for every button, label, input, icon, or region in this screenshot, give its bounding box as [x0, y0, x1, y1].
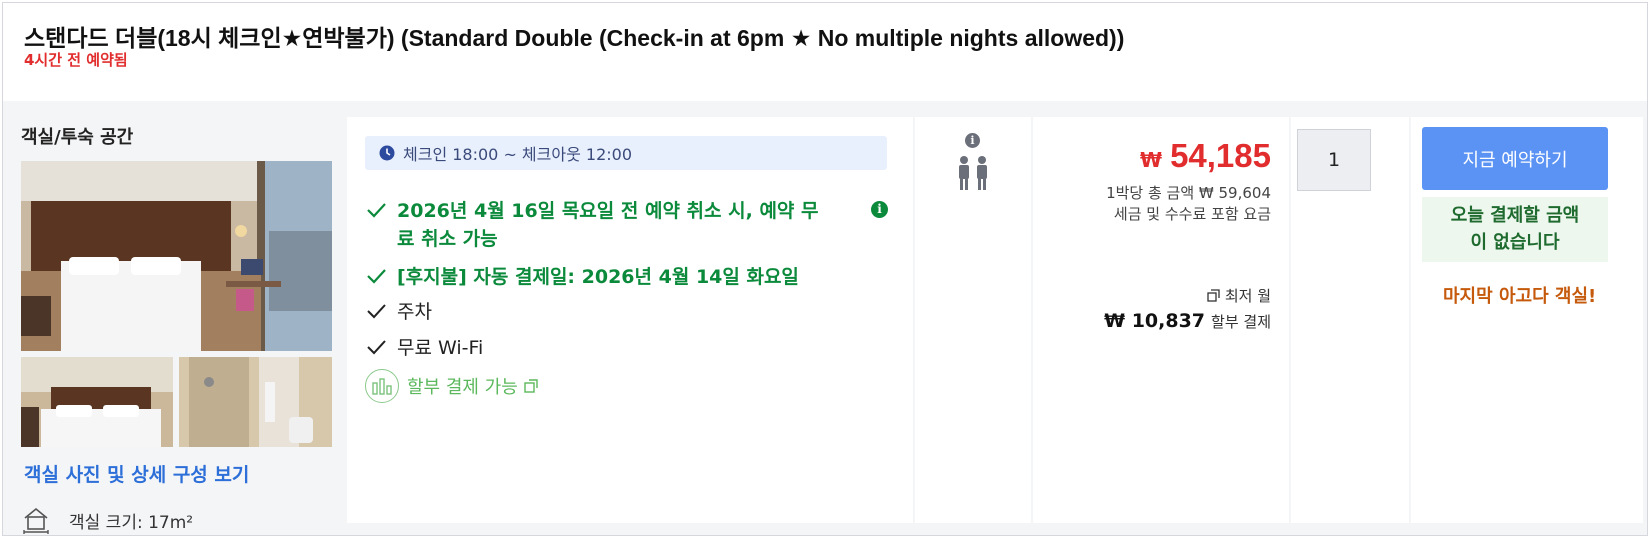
tax-note: 세금 및 수수료 포함 요금 — [1113, 205, 1271, 223]
auto-payment-text: [후지불] 자동 결제일: 2026년 4월 14일 화요일 — [397, 266, 799, 288]
installment-icon — [365, 369, 399, 403]
per-night-total: 1박당 총 금액 ₩ 59,604 — [1106, 184, 1271, 202]
booking-panel: 지금 예약하기 오늘 결제할 금액 이 없습니다 마지막 아고다 객실! — [1411, 117, 1643, 523]
installment-available[interactable]: 할부 결제 가능 — [365, 369, 538, 403]
booked-notice: 4시간 전 예약됨 — [24, 51, 128, 69]
monthly-suffix: 할부 결제 — [1211, 313, 1271, 331]
amenity-parking-text: 주차 — [397, 301, 432, 323]
room-size: 객실 크기: 17m² — [21, 505, 193, 535]
amenity-wifi: 무료 Wi-Fi — [365, 334, 483, 362]
check-icon — [367, 203, 386, 218]
price-details: 1박당 총 금액 ₩ 59,604 세금 및 수수료 포함 요금 — [1106, 183, 1271, 225]
lowest-monthly-label: 최저 월 — [1224, 287, 1271, 305]
price-panel: ₩ 54,185 1박당 총 금액 ₩ 59,604 세금 및 수수료 포함 요… — [1033, 117, 1289, 523]
monthly-installment: ₩ 10,837 할부 결제 — [1104, 310, 1271, 332]
pay-today-line2: 이 없습니다 — [1470, 232, 1560, 253]
room-photo-thumb-bed[interactable] — [21, 357, 173, 447]
info-icon[interactable]: i — [871, 201, 888, 218]
pay-today-line1: 오늘 결제할 금액 — [1450, 205, 1580, 226]
amenity-parking: 주차 — [365, 298, 432, 326]
pay-today-notice: 오늘 결제할 금액 이 없습니다 — [1422, 197, 1608, 262]
features-panel: 체크인 18:00 ~ 체크아웃 12:00 2026년 4월 16일 목요일 … — [347, 117, 913, 523]
checkin-checkout-text: 체크인 18:00 ~ 체크아웃 12:00 — [403, 145, 633, 164]
currency-symbol: ₩ — [1140, 148, 1163, 172]
price-amount: 54,185 — [1170, 137, 1271, 174]
checkin-checkout-banner: 체크인 18:00 ~ 체크아웃 12:00 — [365, 136, 887, 170]
occupancy-panel: i — [915, 117, 1031, 523]
room-photos-link[interactable]: 객실 사진 및 상세 구성 보기 — [24, 460, 249, 487]
check-icon — [367, 340, 386, 355]
room-size-text: 객실 크기: 17m² — [69, 512, 194, 533]
room-offer-card: 스탠다드 더블(18시 체크인★연박불가) (Standard Double (… — [2, 2, 1648, 536]
room-gallery: 객실/투숙 공간 객실 사진 및 상세 구성 보기 객실 크기: 17m² — [21, 117, 333, 537]
book-now-button[interactable]: 지금 예약하기 — [1422, 127, 1608, 190]
amenity-wifi-text: 무료 Wi-Fi — [397, 337, 484, 359]
external-link-icon — [1207, 289, 1220, 302]
room-header: 스탠다드 더블(18시 체크인★연박불가) (Standard Double (… — [3, 3, 1647, 101]
room-quantity-select[interactable]: 1 — [1297, 129, 1371, 191]
clock-icon — [379, 145, 395, 161]
info-icon[interactable]: i — [965, 133, 980, 148]
check-icon — [367, 269, 386, 284]
quantity-panel: 1 — [1291, 117, 1409, 523]
price: ₩ 54,185 — [1140, 137, 1271, 175]
installment-text: 할부 결제 가능 — [407, 377, 518, 398]
auto-payment: [후지불] 자동 결제일: 2026년 4월 14일 화요일 — [365, 263, 799, 291]
room-photo-thumb-bath[interactable] — [179, 357, 332, 447]
room-photo-main[interactable] — [21, 161, 332, 351]
room-size-icon — [23, 507, 49, 534]
room-title: 스탠다드 더블(18시 체크인★연박불가) (Standard Double (… — [24, 25, 1125, 51]
lowest-monthly-link[interactable]: 최저 월 — [1207, 285, 1271, 306]
section-label: 객실/투숙 공간 — [21, 127, 134, 148]
last-room-notice: 마지막 아고다 객실! — [1443, 286, 1597, 307]
free-cancellation-text: 2026년 4월 16일 목요일 전 예약 취소 시, 예약 무료 취소 가능 — [397, 200, 819, 250]
two-adults-icon — [959, 156, 987, 190]
external-link-icon — [524, 379, 538, 393]
monthly-amount: ₩ 10,837 — [1104, 310, 1206, 332]
check-icon — [367, 304, 386, 319]
free-cancellation: 2026년 4월 16일 목요일 전 예약 취소 시, 예약 무료 취소 가능 — [365, 197, 835, 253]
